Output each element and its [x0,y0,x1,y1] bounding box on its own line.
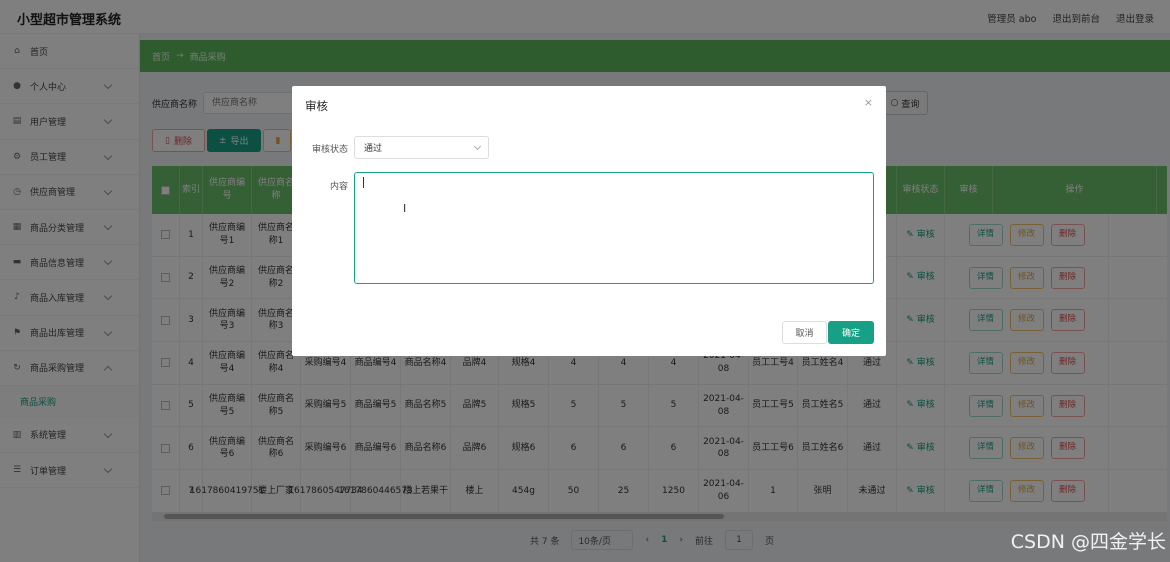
confirm-button[interactable]: 确定 [828,321,874,344]
chevron-down-icon [473,142,482,151]
content-textarea[interactable] [354,172,874,284]
dialog-title: 审核 [305,99,328,113]
cancel-button[interactable]: 取消 [782,321,827,344]
close-icon[interactable]: × [864,96,873,109]
status-select-value: 通过 [364,144,383,154]
text-caret [363,177,364,188]
content-label: 内容 [329,182,348,192]
text-cursor-icon: I [403,202,407,215]
audit-dialog: 审核 × 审核状态 通过 内容 I 取消 确定 [292,86,886,356]
watermark: CSDN @四金学长 [1010,531,1166,553]
status-label: 审核状态 [311,145,348,155]
status-select[interactable]: 通过 [354,136,489,159]
